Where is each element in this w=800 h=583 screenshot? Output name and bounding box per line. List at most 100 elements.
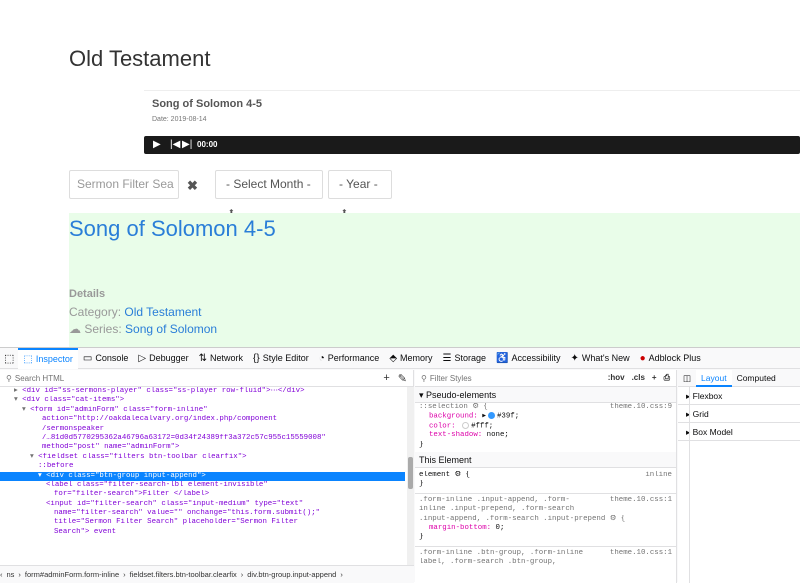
tab-debugger[interactable]: ▷ Debugger [133, 348, 193, 369]
tab-storage[interactable]: ☰ Storage [438, 348, 492, 369]
flexbox-section[interactable]: ▸ Flexbox [678, 387, 800, 405]
filter-icon: ⚲ [421, 373, 427, 383]
audio-controls: ▶ |◀ ▶| 00:00 [144, 136, 800, 154]
markup-node[interactable]: ▾ <form id="adminForm" class="form-inlin… [0, 406, 405, 415]
markup-node[interactable]: <label class="filter-search-lbl element-… [0, 481, 405, 490]
pane-splitter[interactable] [689, 387, 690, 583]
rule-source: inline [645, 470, 672, 479]
add-node-icon[interactable]: + [383, 372, 389, 385]
tab-network[interactable]: ⇅ Network [194, 348, 248, 369]
filter-styles-input[interactable]: Filter Styles [430, 374, 472, 383]
breadcrumb-item[interactable]: div.btn-group.input-append [247, 570, 336, 579]
tab-label: Style Editor [262, 353, 309, 363]
markup-node[interactable]: Search"> event [0, 528, 405, 537]
clear-filter-icon[interactable]: ✖ [187, 178, 198, 194]
markup-node[interactable]: ▾ <fieldset class="filters btn-toolbar c… [0, 453, 405, 462]
layout-pane: ◫ Layout Computed ▸ Flexbox ▸ Grid ▸ Box… [678, 369, 800, 583]
expand-arrow-icon[interactable]: ▾ [30, 453, 38, 461]
tab-inspector[interactable]: ⬚ Inspector [18, 347, 78, 369]
css-property[interactable]: color: [429, 422, 456, 430]
add-rule-button[interactable]: + [652, 373, 657, 383]
tab-style-editor[interactable]: {} Style Editor [248, 348, 314, 369]
css-value[interactable]: none; [487, 431, 509, 439]
print-icon[interactable]: ⎙ [664, 373, 670, 383]
expand-arrow-icon[interactable]: ▾ [22, 406, 30, 414]
series-link[interactable]: Song of Solomon [125, 322, 217, 336]
whats-new-icon: ✦ [570, 352, 579, 364]
tab-adblock-plus[interactable]: ● Adblock Plus [635, 348, 706, 369]
markup-node[interactable]: /sermonspeaker [0, 425, 405, 434]
year-select[interactable]: - Year - ⬍ [328, 170, 392, 217]
markup-node[interactable]: for="filter-search">Filter </label> [0, 490, 405, 499]
markup-node[interactable]: <input id="filter-search" class="input-m… [0, 500, 405, 509]
cls-toggle[interactable]: .cls [632, 373, 645, 383]
css-value[interactable]: #39f; [497, 413, 519, 421]
tab-label: Debugger [149, 353, 189, 363]
devtools-tabbar: ⬚ ⬚ Inspector ▭ Console ▷ Debugger ⇅ Network… [0, 347, 800, 369]
category-link[interactable]: Old Testament [124, 305, 201, 319]
selection-rule: ::selection ⚙ { [419, 403, 488, 411]
breadcrumb-item[interactable]: fieldset.filters.btn-toolbar.clearfix [130, 570, 237, 579]
markup-node[interactable]: title="Sermon Filter Search" placeholder… [0, 518, 405, 527]
search-html-input[interactable]: Search HTML [15, 374, 64, 383]
breadcrumb-item[interactable]: › [340, 570, 343, 579]
tab-computed[interactable]: Computed [732, 370, 781, 387]
eyedropper-icon[interactable]: ✎ [398, 372, 407, 385]
expand-arrow-icon[interactable]: ▸ [14, 387, 22, 395]
breadcrumb-item[interactable]: › [241, 570, 244, 579]
sidebar-toggle-icon[interactable]: ◫ [678, 370, 696, 387]
tab-memory[interactable]: ⬘ Memory [384, 348, 437, 369]
color-swatch[interactable] [462, 421, 470, 429]
markup-node[interactable]: name="filter-search" value="" onchange="… [0, 509, 405, 518]
tab-whats-new[interactable]: ✦ What's New [566, 348, 635, 369]
rule-source[interactable]: theme.10.css:1 [610, 496, 672, 505]
css-value[interactable]: 0; [496, 524, 505, 532]
tab-label: Inspector [35, 354, 73, 364]
markup-node[interactable]: ▸ <div id="ss-sermons-player" class="ss-… [0, 387, 405, 396]
hov-toggle[interactable]: :hov [608, 373, 625, 383]
markup-node[interactable]: /…81d0d5770295362a46796a63172=0d34f24389… [0, 434, 405, 443]
breadcrumb-item[interactable]: › [18, 570, 21, 579]
element-picker-icon[interactable]: ⬚ [0, 348, 18, 369]
markup-scrollbar[interactable] [407, 387, 414, 565]
css-value[interactable]: #fff; [471, 422, 493, 430]
tab-label: Performance [327, 353, 380, 363]
play-icon[interactable]: ▶ [153, 140, 161, 150]
rule-source[interactable]: theme.10.css:9 [610, 403, 672, 412]
tab-console[interactable]: ▭ Console [78, 348, 133, 369]
color-swatch[interactable] [487, 412, 495, 420]
breadcrumb-item[interactable]: form#adminForm.form-inline [25, 570, 119, 579]
breadcrumb-item[interactable]: ns [7, 570, 15, 579]
box-model-section[interactable]: ▸ Box Model [678, 423, 800, 441]
tab-accessibility[interactable]: ♿ Accessibility [491, 348, 565, 369]
sermon-filter-input[interactable]: Sermon Filter Sea [69, 170, 179, 199]
markup-node[interactable]: ::before [0, 462, 405, 471]
markup-tree[interactable]: ▸ <div id="ss-sermons-player" class="ss-… [0, 387, 405, 565]
tab-performance[interactable]: ◔ Performance [314, 348, 385, 369]
month-select[interactable]: - Select Month - ⬍ [215, 170, 323, 217]
css-property[interactable]: background: [429, 413, 478, 421]
web-page: Old Testament Song of Solomon 4-5 Date: … [0, 0, 800, 347]
markup-node[interactable]: ▾ <div class="btn-group input-append"> [0, 471, 405, 481]
css-property[interactable]: margin-bottom: [429, 524, 491, 532]
breadcrumb-item[interactable]: › [123, 570, 126, 579]
markup-node[interactable]: action="http://oakdalecalvary.org/index.… [0, 415, 405, 424]
breadcrumb-item[interactable]: ‹ [0, 570, 3, 579]
category-title: Old Testament [69, 46, 211, 71]
skip-back-icon[interactable]: |◀ [170, 140, 180, 150]
grid-section[interactable]: ▸ Grid [678, 405, 800, 423]
pseudo-elements-heading[interactable]: ▾ Pseudo-elements [415, 387, 676, 403]
layout-tabbar: ◫ Layout Computed [678, 369, 800, 387]
tab-layout[interactable]: Layout [696, 369, 732, 387]
month-select-label: - Select Month - [226, 177, 311, 191]
expand-arrow-icon[interactable]: ▾ [14, 396, 22, 404]
scrollbar-thumb[interactable] [408, 457, 413, 489]
expand-arrow-icon[interactable]: ▾ [38, 472, 46, 480]
skip-forward-icon[interactable]: ▶| [182, 140, 192, 150]
markup-node[interactable]: ▾ <div class="cat-items"> [0, 396, 405, 405]
markup-node[interactable]: method="post" name="adminForm"> [0, 443, 405, 452]
sermon-title[interactable]: Song of Solomon 4-5 [69, 216, 276, 242]
css-property[interactable]: text-shadow: [429, 431, 482, 439]
rule-source[interactable]: theme.10.css:1 [610, 549, 672, 558]
rule-selector: label, .form-search .btn-group, [419, 558, 557, 567]
